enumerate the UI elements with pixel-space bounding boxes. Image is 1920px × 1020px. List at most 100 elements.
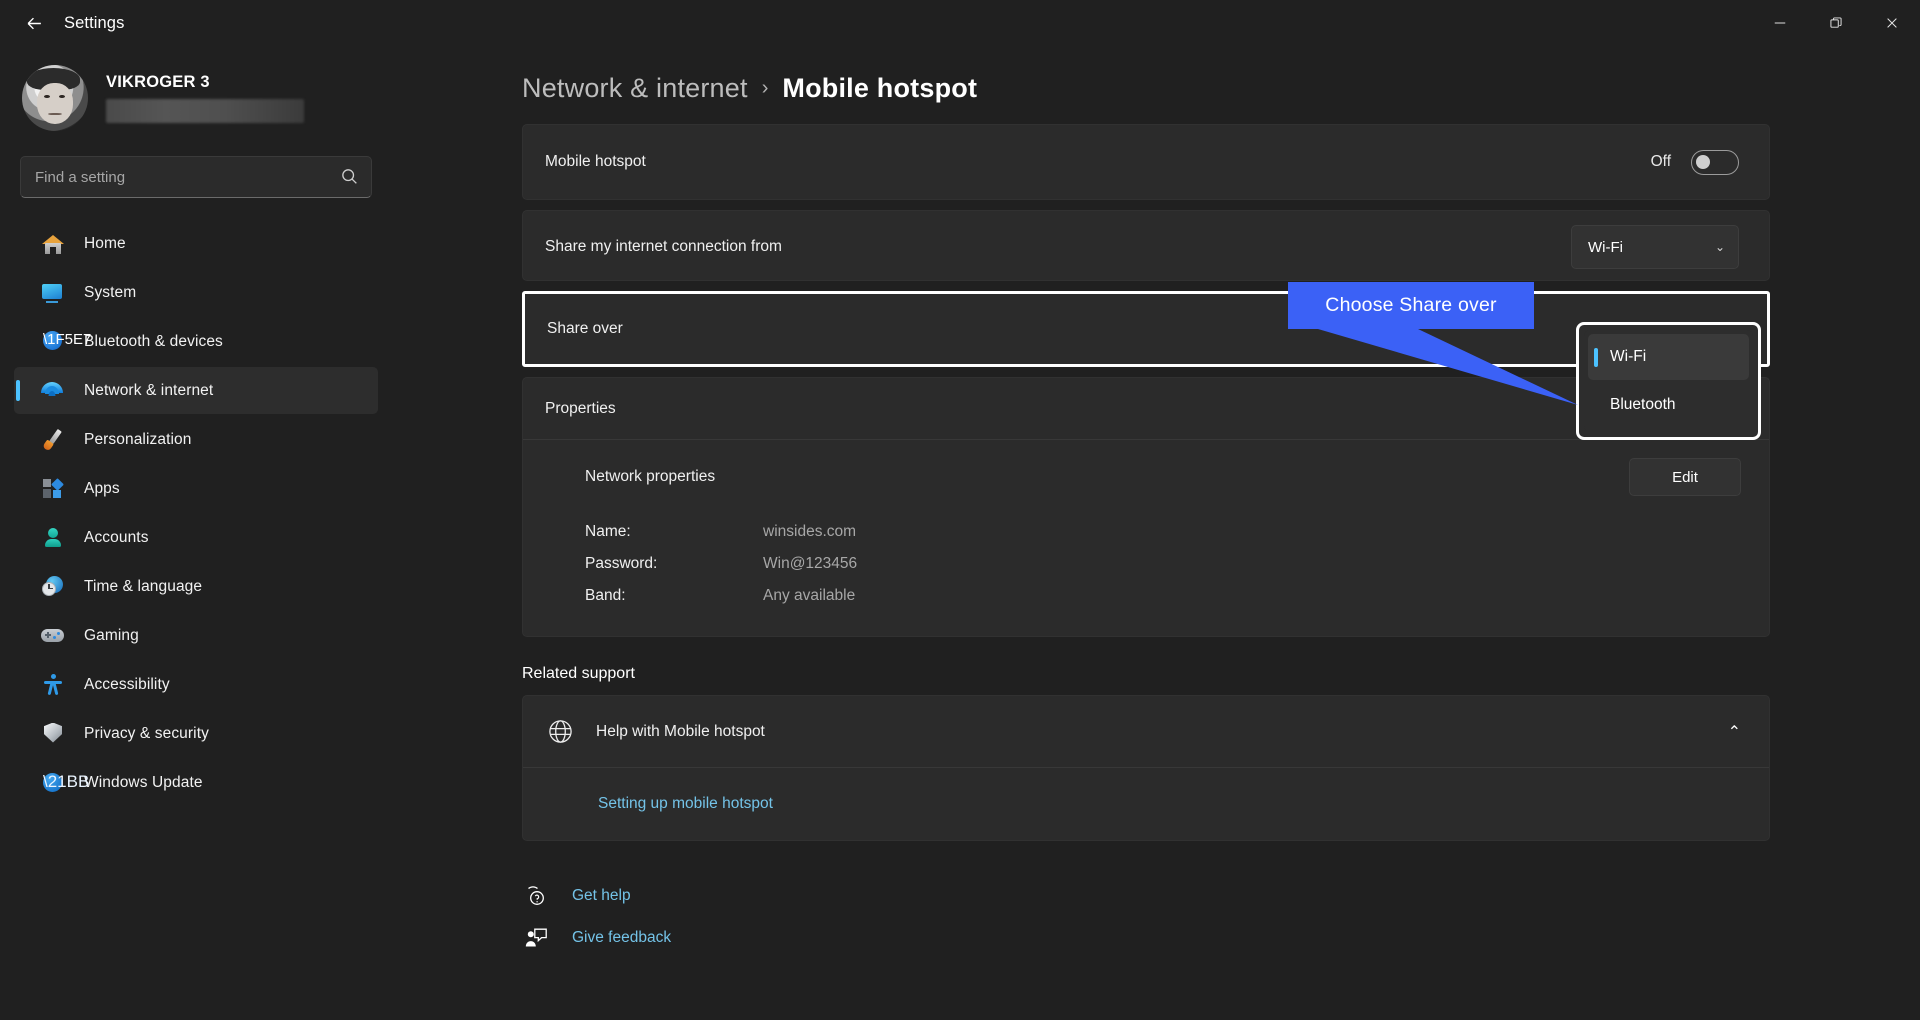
share-from-dropdown[interactable]: Wi-Fi ⌄ <box>1571 225 1739 269</box>
share-over-dropdown-flyout: Wi-Fi Bluetooth <box>1576 322 1761 440</box>
sidebar-item-label: Home <box>84 234 126 252</box>
restore-icon <box>1830 17 1842 28</box>
property-key: Name: <box>585 523 631 540</box>
share-from-value: Wi-Fi <box>1588 238 1623 256</box>
get-help-label: Get help <box>572 887 631 904</box>
property-row: Password: Win@123456 <box>585 548 1741 580</box>
share-from-label: Share my internet connection from <box>545 238 782 255</box>
feedback-icon <box>524 926 548 950</box>
title-bar: Settings <box>0 0 1920 46</box>
option-label: Wi-Fi <box>1610 348 1647 365</box>
mobile-hotspot-card: Mobile hotspot Off <box>522 124 1770 200</box>
sidebar-item-label: Personalization <box>84 430 192 448</box>
sidebar-item-privacy-security[interactable]: Privacy & security <box>14 710 378 757</box>
sidebar-item-personalization[interactable]: Personalization <box>14 416 378 463</box>
accessibility-icon <box>40 672 66 698</box>
bluetooth-icon <box>40 329 66 355</box>
sidebar-item-home[interactable]: Home <box>14 220 378 267</box>
network-properties-list: Name: winsides.com Password: Win@123456 … <box>585 516 1741 612</box>
network-properties-label: Network properties <box>585 468 716 485</box>
help-globe-icon <box>547 718 574 745</box>
system-icon <box>40 280 66 306</box>
give-feedback-label: Give feedback <box>572 929 672 946</box>
chevron-down-icon: ⌄ <box>1714 240 1725 254</box>
search-container <box>20 156 372 198</box>
properties-body: Network properties Edit Name: winsides.c… <box>523 440 1769 636</box>
share-from-card: Share my internet connection from Wi-Fi … <box>522 210 1770 281</box>
navigation-list: Home System Bluetooth & devices Network … <box>0 220 392 806</box>
update-icon <box>40 770 66 796</box>
sidebar-item-accounts[interactable]: Accounts <box>14 514 378 561</box>
sidebar-item-apps[interactable]: Apps <box>14 465 378 512</box>
back-button[interactable] <box>14 7 54 39</box>
maximize-button[interactable] <box>1808 0 1864 46</box>
sidebar-item-label: Network & internet <box>84 381 214 399</box>
sidebar-item-accessibility[interactable]: Accessibility <box>14 661 378 708</box>
sidebar-item-label: Windows Update <box>84 773 203 791</box>
sidebar-item-gaming[interactable]: Gaming <box>14 612 378 659</box>
callout-bubble: Choose Share over <box>1288 282 1534 329</box>
sidebar-item-network-internet[interactable]: Network & internet <box>14 367 378 414</box>
sidebar-item-label: Privacy & security <box>84 724 209 742</box>
window-controls <box>1752 0 1920 46</box>
sidebar-item-label: System <box>84 283 137 301</box>
gamepad-icon <box>40 623 66 649</box>
share-over-label: Share over <box>547 320 623 337</box>
setting-up-mobile-hotspot-link[interactable]: Setting up mobile hotspot <box>598 795 773 813</box>
property-row: Name: winsides.com <box>585 516 1741 548</box>
avatar <box>22 65 88 131</box>
chevron-up-icon[interactable]: ⌃ <box>1728 722 1741 742</box>
paintbrush-icon <box>40 427 66 453</box>
sidebar-item-label: Bluetooth & devices <box>84 332 223 350</box>
property-value: Win@123456 <box>763 555 858 572</box>
property-value: Any available <box>763 587 856 604</box>
option-label: Bluetooth <box>1610 396 1676 413</box>
footer-links: Get help Give feedback <box>524 875 1920 959</box>
support-links: Setting up mobile hotspot <box>523 768 1769 840</box>
minimize-button[interactable] <box>1752 0 1808 46</box>
account-icon <box>40 525 66 551</box>
properties-title: Properties <box>545 399 616 417</box>
clock-globe-icon <box>40 574 66 600</box>
mobile-hotspot-toggle[interactable] <box>1691 149 1739 175</box>
help-with-mobile-hotspot-row[interactable]: Help with Mobile hotspot ⌃ <box>523 696 1769 768</box>
sidebar-item-label: Time & language <box>84 577 203 595</box>
property-key: Password: <box>585 555 658 572</box>
close-icon <box>1887 18 1897 28</box>
main-content: Network & internet › Mobile hotspot Mobi… <box>392 46 1920 1020</box>
sidebar-item-bluetooth-devices[interactable]: Bluetooth & devices <box>14 318 378 365</box>
sidebar-item-windows-update[interactable]: Windows Update <box>14 759 378 806</box>
callout-text: Choose Share over <box>1325 294 1497 316</box>
mobile-hotspot-state: Off <box>1650 153 1671 170</box>
edit-button[interactable]: Edit <box>1629 458 1741 496</box>
close-button[interactable] <box>1864 0 1920 46</box>
sidebar: VIKROGER 3 Home System <box>0 46 392 1020</box>
profile-name: VIKROGER 3 <box>106 73 210 91</box>
give-feedback-link[interactable]: Give feedback <box>524 917 1920 959</box>
apps-icon <box>40 476 66 502</box>
wifi-icon <box>40 378 66 404</box>
related-support-card: Help with Mobile hotspot ⌃ Setting up mo… <box>522 695 1770 841</box>
sidebar-item-label: Gaming <box>84 626 139 644</box>
get-help-icon <box>524 884 548 908</box>
sidebar-item-time-language[interactable]: Time & language <box>14 563 378 610</box>
breadcrumb-separator-icon: › <box>761 77 769 99</box>
share-over-option-wifi[interactable]: Wi-Fi <box>1588 334 1749 380</box>
back-arrow-icon <box>27 17 41 29</box>
breadcrumb: Network & internet › Mobile hotspot <box>522 73 1920 104</box>
user-profile[interactable]: VIKROGER 3 <box>0 46 392 131</box>
get-help-link[interactable]: Get help <box>524 875 1920 917</box>
page-title: Mobile hotspot <box>782 73 978 103</box>
property-row: Band: Any available <box>585 580 1741 612</box>
breadcrumb-parent[interactable]: Network & internet <box>522 73 748 104</box>
property-value: winsides.com <box>763 523 857 540</box>
sidebar-item-system[interactable]: System <box>14 269 378 316</box>
related-support-title: Related support <box>522 665 635 682</box>
sidebar-item-label: Accounts <box>84 528 149 546</box>
share-over-option-bluetooth[interactable]: Bluetooth <box>1588 382 1749 428</box>
mobile-hotspot-label: Mobile hotspot <box>545 153 646 170</box>
minimize-icon <box>1774 22 1786 24</box>
search-input[interactable] <box>20 156 372 198</box>
settings-window: Settings VIKROGER 3 Find a setting Home … <box>0 0 1920 1020</box>
home-icon <box>40 231 66 257</box>
